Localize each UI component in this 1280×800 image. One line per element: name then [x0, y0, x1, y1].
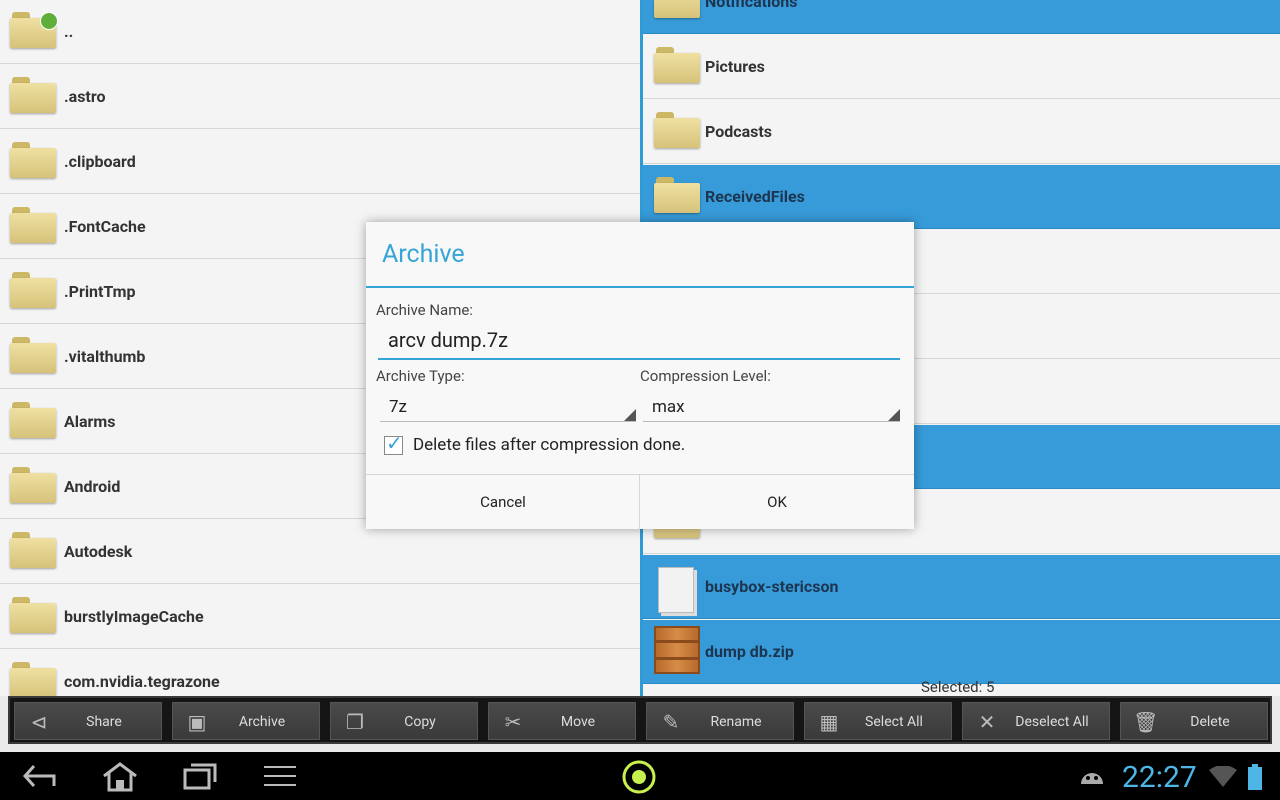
trash-icon: 🗑	[1133, 710, 1159, 734]
grid-icon: ▦	[819, 710, 839, 734]
title-divider	[366, 286, 914, 288]
home-icon[interactable]	[100, 762, 140, 792]
archive-name-input[interactable]	[378, 322, 900, 360]
list-item[interactable]: burstlyImageCache	[0, 585, 640, 649]
folder-icon	[654, 47, 700, 83]
folder-icon	[10, 467, 56, 503]
list-item[interactable]: .clipboard	[0, 130, 640, 194]
folder-up-icon	[10, 12, 58, 48]
action-toolbar: ⊲ Share ▣ Archive ❐ Copy ✂ Move ✎ Rename…	[8, 696, 1272, 744]
item-label: ..	[64, 22, 74, 41]
move-button[interactable]: ✂ Move	[488, 702, 636, 740]
compression-level-value: max	[652, 397, 685, 417]
folder-icon	[10, 662, 56, 696]
back-icon[interactable]	[22, 762, 58, 790]
folder-icon	[10, 142, 56, 178]
list-item[interactable]: busybox-stericson	[643, 555, 1280, 619]
item-label: .astro	[64, 87, 106, 106]
dropdown-arrow-icon	[888, 409, 900, 421]
folder-icon	[654, 112, 700, 148]
cancel-button[interactable]: Cancel	[366, 475, 640, 530]
delete-button[interactable]: 🗑 Delete	[1120, 702, 1268, 740]
battery-icon	[1248, 764, 1262, 790]
item-label: Autodesk	[64, 542, 133, 561]
archive-name-label: Archive Name:	[376, 301, 473, 319]
list-item[interactable]: com.nvidia.tegrazone	[0, 650, 640, 696]
compression-level-select[interactable]: max	[643, 392, 900, 422]
select-all-button[interactable]: ▦ Select All	[804, 702, 952, 740]
file-icon	[654, 567, 700, 613]
folder-icon	[654, 0, 700, 18]
dialog-button-row: Cancel OK	[366, 474, 914, 530]
list-item[interactable]: Notifications	[643, 0, 1280, 34]
list-item[interactable]: Pictures	[643, 35, 1280, 99]
delete-after-compress-label: Delete files after compression done.	[413, 435, 686, 455]
item-label: burstlyImageCache	[64, 607, 204, 626]
item-label: Pictures	[705, 57, 765, 76]
selection-count: Selected: 5	[921, 678, 995, 696]
list-item[interactable]: ReceivedFiles	[643, 165, 1280, 229]
checkmark-icon: ✓	[386, 431, 403, 455]
archive-box-icon	[654, 626, 700, 674]
archive-icon: ▣	[187, 710, 207, 734]
archive-type-select[interactable]: 7z	[380, 392, 636, 422]
folder-icon	[10, 272, 56, 308]
folder-icon	[10, 402, 56, 438]
item-label: .clipboard	[64, 152, 136, 171]
folder-icon	[10, 532, 56, 568]
pencil-icon: ✎	[662, 710, 680, 734]
archive-type-label: Archive Type:	[376, 367, 465, 385]
android-debug-icon	[1081, 773, 1103, 784]
list-item[interactable]: .astro	[0, 65, 640, 129]
delete-after-compress-checkbox[interactable]: ✓	[384, 431, 403, 455]
archive-dialog: Archive Archive Name: Archive Type: 7z C…	[366, 222, 914, 530]
menu-icon[interactable]	[262, 762, 298, 790]
archive-button[interactable]: ▣ Archive	[172, 702, 320, 740]
folder-icon	[654, 177, 700, 213]
system-navigation-bar: 22:27	[0, 752, 1280, 800]
compression-level-label: Compression Level:	[640, 367, 771, 385]
dropdown-arrow-icon	[624, 409, 636, 421]
item-label: Notifications	[705, 0, 798, 11]
item-label: .FontCache	[64, 217, 146, 236]
folder-icon	[10, 207, 56, 243]
folder-icon	[10, 337, 56, 373]
list-item[interactable]: dump db.zip	[643, 620, 1280, 684]
copy-icon: ❐	[346, 710, 364, 734]
item-label: dump db.zip	[705, 642, 794, 661]
item-label: ReceivedFiles	[705, 187, 805, 206]
list-item[interactable]: ..	[0, 0, 640, 64]
item-label: Android	[64, 477, 121, 496]
ok-button[interactable]: OK	[640, 475, 914, 530]
clock: 22:27	[1122, 760, 1197, 795]
item-label: com.nvidia.tegrazone	[64, 672, 220, 691]
move-icon: ✂	[504, 710, 522, 734]
folder-icon	[10, 597, 56, 633]
item-label: .PrintTmp	[64, 282, 136, 301]
item-label: Alarms	[64, 412, 116, 431]
archive-type-value: 7z	[389, 397, 407, 417]
launcher-ring-icon[interactable]	[620, 758, 658, 796]
share-icon: ⊲	[30, 710, 48, 734]
item-label: Podcasts	[705, 122, 772, 141]
dialog-title: Archive	[382, 240, 465, 269]
recent-apps-icon[interactable]	[182, 762, 218, 790]
deselect-all-button[interactable]: ✕ Deselect All	[962, 702, 1110, 740]
copy-button[interactable]: ❐ Copy	[330, 702, 478, 740]
item-label: busybox-stericson	[705, 577, 839, 596]
rename-button[interactable]: ✎ Rename	[646, 702, 794, 740]
folder-icon	[10, 77, 56, 113]
share-button[interactable]: ⊲ Share	[14, 702, 162, 740]
close-icon: ✕	[978, 710, 996, 734]
list-item[interactable]: Podcasts	[643, 100, 1280, 164]
wifi-icon	[1209, 766, 1237, 787]
item-label: .vitalthumb	[64, 347, 146, 366]
